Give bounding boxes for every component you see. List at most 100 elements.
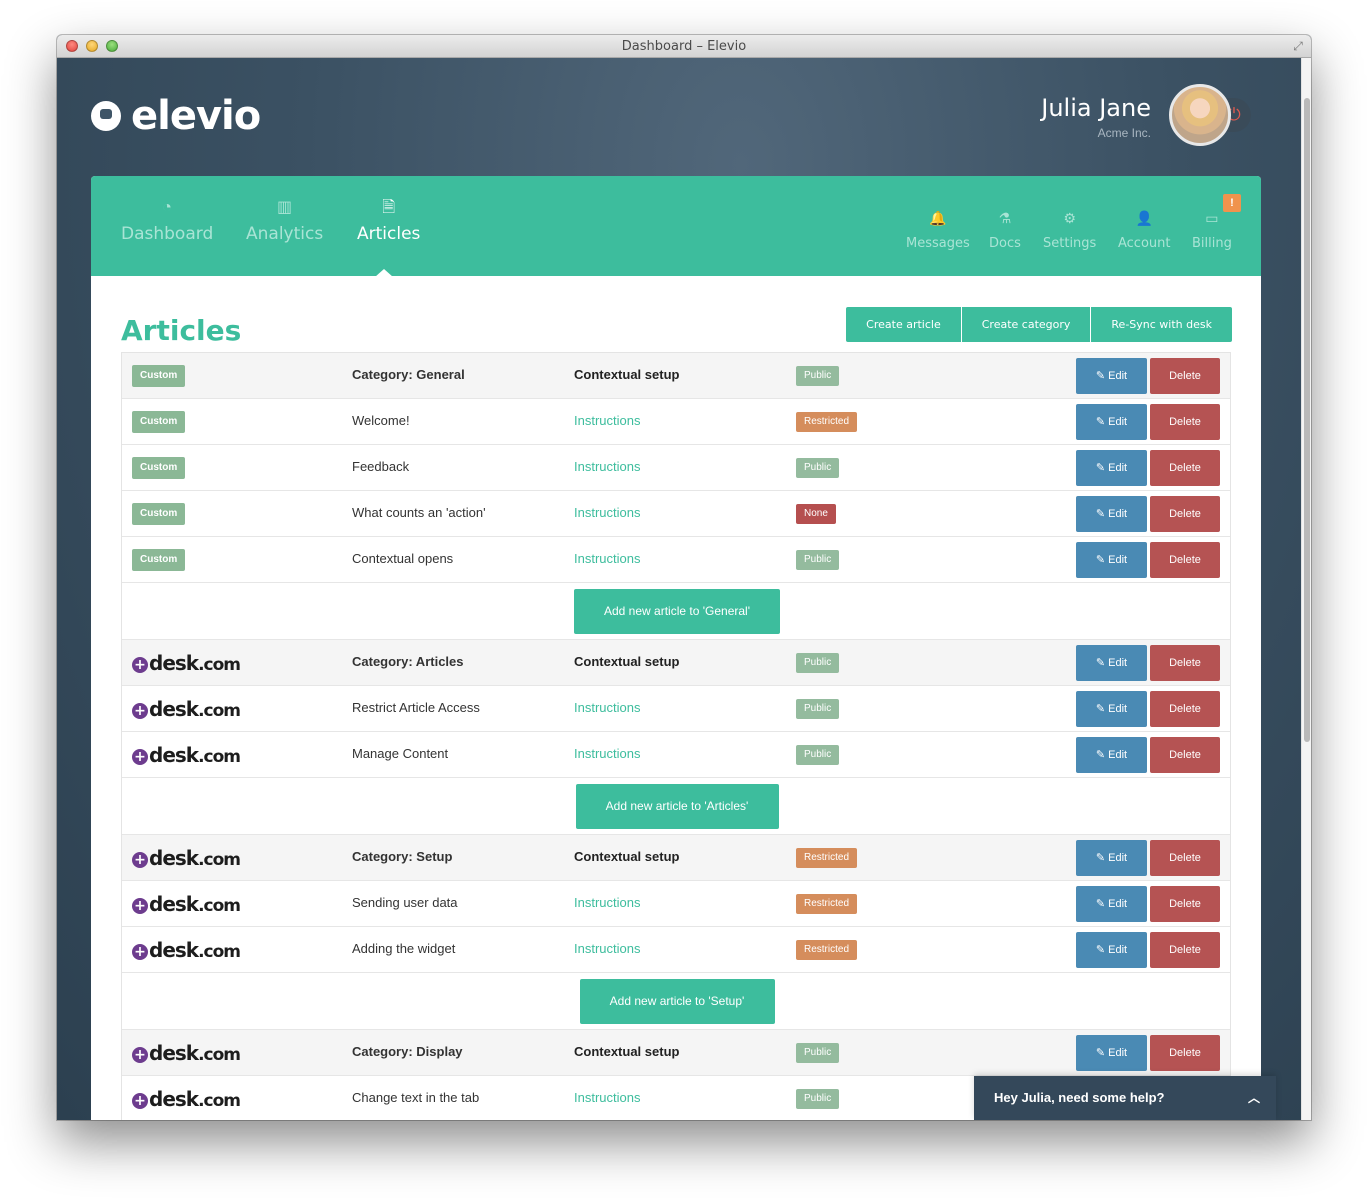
elevio-logo[interactable]: elevio bbox=[91, 93, 261, 139]
nav-analytics-label: Analytics bbox=[246, 224, 324, 244]
instructions-link[interactable]: Instructions bbox=[574, 700, 640, 715]
edit-label: Edit bbox=[1108, 370, 1128, 382]
desk-logo: + desk.com bbox=[132, 698, 241, 722]
delete-button[interactable]: Delete bbox=[1150, 645, 1220, 681]
delete-button[interactable]: Delete bbox=[1150, 358, 1220, 394]
instructions-link[interactable]: Instructions bbox=[574, 413, 640, 428]
page-content: elevio Julia Jane Acme Inc. ⏻ ◔ Dashboar… bbox=[57, 58, 1301, 1120]
desk-logo: + desk.com bbox=[132, 1041, 241, 1066]
add-article-button[interactable]: Add new article to 'General' bbox=[574, 589, 780, 634]
nav-articles[interactable]: 🗎 Articles bbox=[357, 198, 420, 244]
status-badge: Restricted bbox=[796, 848, 858, 868]
nav-dashboard[interactable]: ◔ Dashboard bbox=[121, 198, 213, 244]
add-article-button[interactable]: Add new article to 'Setup' bbox=[579, 979, 775, 1024]
desk-logo-text: desk bbox=[149, 1041, 199, 1065]
edit-button[interactable]: ✎ Edit bbox=[1076, 358, 1147, 394]
instructions-link[interactable]: Instructions bbox=[574, 746, 640, 761]
edit-button[interactable]: ✎ Edit bbox=[1076, 932, 1147, 968]
category-name: Category: Articles bbox=[352, 654, 464, 669]
user-company: Acme Inc. bbox=[1097, 126, 1151, 140]
nav-messages[interactable]: 🔔 Messages bbox=[906, 208, 970, 252]
help-widget[interactable]: Hey Julia, need some help? ︿ bbox=[974, 1076, 1276, 1120]
edit-button[interactable]: ✎ Edit bbox=[1076, 404, 1147, 440]
desk-plus-icon: + bbox=[132, 944, 148, 960]
nav-settings[interactable]: ⚙ Settings bbox=[1043, 208, 1096, 252]
page-title: Articles bbox=[121, 314, 242, 347]
elevio-logo-icon bbox=[91, 101, 121, 131]
desk-plus-icon: + bbox=[132, 703, 148, 719]
window-titlebar: Dashboard – Elevio ⤢ bbox=[57, 35, 1311, 58]
delete-button[interactable]: Delete bbox=[1150, 840, 1220, 876]
nav-docs-label: Docs bbox=[989, 236, 1021, 251]
delete-button[interactable]: Delete bbox=[1150, 542, 1220, 578]
edit-button[interactable]: ✎ Edit bbox=[1076, 496, 1147, 532]
nav-billing-label: Billing bbox=[1192, 236, 1232, 251]
create-category-button[interactable]: Create category bbox=[961, 307, 1092, 342]
article-title: Manage Content bbox=[352, 746, 449, 761]
add-article-button[interactable]: Add new article to 'Articles' bbox=[575, 784, 779, 829]
status-badge: Public bbox=[796, 550, 840, 570]
nav-analytics[interactable]: ▥ Analytics bbox=[246, 198, 323, 244]
delete-button[interactable]: Delete bbox=[1150, 404, 1220, 440]
status-badge: Public bbox=[796, 458, 840, 478]
article-title: Contextual opens bbox=[352, 551, 454, 566]
category-row: + desk.com Category: Setup Contextual setup… bbox=[122, 835, 1230, 881]
nav-messages-label: Messages bbox=[906, 236, 970, 251]
instructions-link[interactable]: Instructions bbox=[574, 505, 640, 520]
custom-source-badge: Custom bbox=[132, 503, 186, 525]
edit-button[interactable]: ✎ Edit bbox=[1076, 1035, 1147, 1071]
delete-button[interactable]: Delete bbox=[1150, 886, 1220, 922]
nav-docs[interactable]: ⚗ Docs bbox=[989, 208, 1021, 252]
nav-account-label: Account bbox=[1118, 236, 1171, 251]
edit-button[interactable]: ✎ Edit bbox=[1076, 542, 1147, 578]
fullscreen-icon[interactable]: ⤢ bbox=[1291, 39, 1305, 53]
article-row: + desk.com Sending user data Instructions Re… bbox=[122, 881, 1230, 927]
edit-button[interactable]: ✎ Edit bbox=[1076, 886, 1147, 922]
vertical-scrollbar[interactable] bbox=[1301, 58, 1311, 1120]
edit-button[interactable]: ✎ Edit bbox=[1076, 840, 1147, 876]
edit-label: Edit bbox=[1108, 703, 1128, 715]
gear-icon: ⚙ bbox=[1063, 210, 1076, 226]
article-row: + desk.com Manage Content Instructions Publi… bbox=[122, 732, 1230, 778]
instructions-link[interactable]: Instructions bbox=[574, 1090, 640, 1105]
contextual-setup-label: Contextual setup bbox=[574, 654, 680, 669]
delete-button[interactable]: Delete bbox=[1150, 1035, 1220, 1071]
edit-button[interactable]: ✎ Edit bbox=[1076, 737, 1147, 773]
article-row: + desk.com Restrict Article Access Instruct… bbox=[122, 686, 1230, 732]
article-title: Welcome! bbox=[352, 413, 410, 428]
desk-logo-suffix: .com bbox=[198, 655, 241, 675]
custom-source-badge: Custom bbox=[132, 457, 186, 479]
logo-text: elevio bbox=[131, 93, 261, 139]
delete-button[interactable]: Delete bbox=[1150, 932, 1220, 968]
instructions-link[interactable]: Instructions bbox=[574, 941, 640, 956]
nav-account[interactable]: 👤 Account bbox=[1118, 208, 1171, 252]
desk-logo: + desk.com bbox=[132, 744, 241, 768]
create-article-button[interactable]: Create article bbox=[846, 307, 962, 342]
user-menu: Julia Jane Acme Inc. ⏻ bbox=[941, 84, 1301, 148]
instructions-link[interactable]: Instructions bbox=[574, 551, 640, 566]
instructions-link[interactable]: Instructions bbox=[574, 459, 640, 474]
article-title: Restrict Article Access bbox=[352, 700, 480, 715]
edit-label: Edit bbox=[1108, 508, 1128, 520]
scrollbar-thumb[interactable] bbox=[1304, 98, 1310, 742]
avatar[interactable] bbox=[1169, 84, 1231, 146]
desk-logo: + desk.com bbox=[132, 893, 241, 917]
status-badge: Restricted bbox=[796, 894, 858, 914]
edit-button[interactable]: ✎ Edit bbox=[1076, 450, 1147, 486]
delete-button[interactable]: Delete bbox=[1150, 496, 1220, 532]
delete-button[interactable]: Delete bbox=[1150, 450, 1220, 486]
app-window: Dashboard – Elevio ⤢ elevio Julia Jane A… bbox=[57, 35, 1311, 1120]
delete-button[interactable]: Delete bbox=[1150, 691, 1220, 727]
article-title: Sending user data bbox=[352, 895, 458, 910]
article-actions: Create article Create category Re-Sync w… bbox=[846, 307, 1232, 342]
delete-button[interactable]: Delete bbox=[1150, 737, 1220, 773]
edit-button[interactable]: ✎ Edit bbox=[1076, 691, 1147, 727]
pencil-icon: ✎ bbox=[1095, 944, 1109, 956]
status-badge: Public bbox=[796, 1089, 840, 1109]
flask-icon: ⚗ bbox=[998, 210, 1012, 226]
edit-button[interactable]: ✎ Edit bbox=[1076, 645, 1147, 681]
instructions-link[interactable]: Instructions bbox=[574, 895, 640, 910]
pencil-icon: ✎ bbox=[1095, 416, 1109, 428]
resync-desk-button[interactable]: Re-Sync with desk bbox=[1091, 307, 1232, 342]
nav-billing[interactable]: ▭ Billing bbox=[1192, 208, 1232, 252]
